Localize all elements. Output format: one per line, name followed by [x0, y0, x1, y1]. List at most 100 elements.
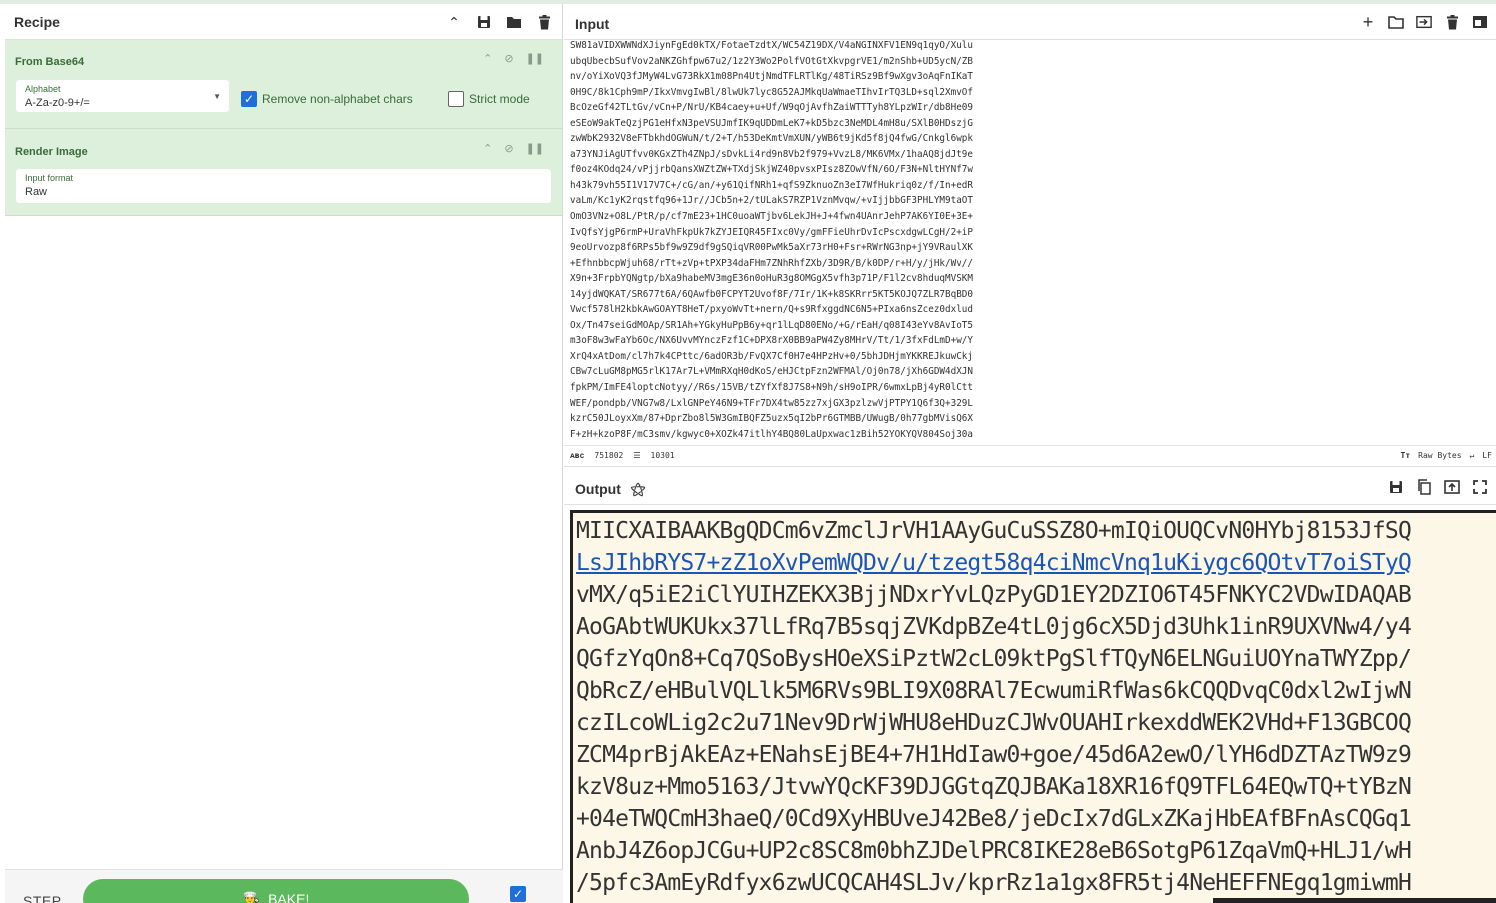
output-title: Output ⚝ [575, 481, 645, 498]
collapse-all-icon[interactable]: ⌃ [446, 14, 462, 30]
bake-button[interactable]: 👨‍🍳 BAKE! [83, 879, 469, 903]
input-line: kzrC50JLoyxXm/87+DprZbo8l5W3GmIBQFZ5uzx5… [570, 413, 973, 425]
text-encoding-icon[interactable]: Tт [1401, 451, 1411, 460]
magic-wand-icon[interactable]: ⚝ [631, 481, 646, 498]
recipe-header: Recipe ⌃ [5, 4, 562, 40]
input-line: vaLm/Kc1yK2rqstfq96+1Jr//JCb5n+2/tULakS7… [570, 195, 973, 207]
checkbox-unchecked-icon[interactable] [448, 91, 464, 107]
copy-output-icon[interactable] [1416, 479, 1432, 495]
input-line: CBw7cLuGM8pMG5rlK17Ar7L+VMmRXqH0dKoS/eHJ… [570, 366, 973, 378]
alphabet-label: Alphabet [25, 84, 61, 94]
chef-hat-icon: 👨‍🍳 [242, 891, 261, 903]
input-line-count: 10301 [650, 451, 675, 460]
input-panel: Input + SW81aVIDXWWNdXJiynFgEd0kTX/Fotae… [564, 4, 1496, 464]
output-text: MIICXAIBAAKBgQDCm6vZmclJrVH1AAyGuCuSSZ8O… [576, 515, 1412, 899]
input-line: BcOzeGf42TLtGv/vCn+P/NrU/KB4caey+u+Uf/W9… [570, 102, 973, 114]
eol-label[interactable]: LF [1482, 451, 1492, 460]
pause-breakpoint-icon[interactable]: ❚❚ [526, 142, 544, 155]
input-textarea[interactable]: SW81aVIDXWWNdXJiynFgEd0kTX/FotaeTzdtX/WC… [570, 38, 1490, 444]
input-status-bar: ᴀʙᴄ 751802 ☰ 10301 Tт Raw Bytes ↵ LF [564, 445, 1496, 465]
input-format-field[interactable]: Input format Raw [16, 169, 551, 203]
alphabet-value: A-Za-z0-9+/= [25, 97, 90, 109]
encoding-label[interactable]: Raw Bytes [1418, 451, 1461, 460]
disable-operation-icon[interactable]: ⊘ [504, 142, 513, 155]
input-line: SW81aVIDXWWNdXJiynFgEd0kTX/FotaeTzdtX/WC… [570, 40, 973, 51]
input-line: 9eoUrvozp8f6RPs5bf9w9Z9df9gSQiqVR00PwMk5… [570, 242, 973, 254]
checkbox-checked-icon[interactable]: ✓ [241, 91, 257, 107]
input-format-label: Input format [25, 173, 74, 183]
open-folder-icon[interactable] [1388, 14, 1404, 30]
input-line: zwWbK2932V8eFTbkhdOGWuN/t/2+T/h53DeKmtVm… [570, 133, 973, 145]
dropdown-caret-icon[interactable]: ▼ [213, 92, 221, 101]
save-output-icon[interactable] [1388, 479, 1404, 495]
input-line: eSEoW9akTeQzjPG1eHfxN3peVSUJmfIK9qUDDmLe… [570, 117, 973, 129]
input-line: WEF/pondpb/VNG7w8/LxlGNPeY46N9+TFr7DX4tw… [570, 397, 973, 409]
chevron-up-icon[interactable]: ⌃ [483, 142, 492, 155]
operation-controls: ⌃ ⊘ ❚❚ [483, 52, 544, 65]
output-line: +04eTWQCmH3haeQ/0Cd9XyHBUveJ42Be8/jeDcIx… [576, 806, 1412, 832]
alphabet-select[interactable]: Alphabet A-Za-z0-9+/= ▼ [16, 80, 229, 112]
output-line: AnbJ4Z6opJCGu+UP2c8SC8m0bhZJDelPRC8IKE28… [576, 838, 1412, 864]
output-line: /5pfc3AmEyRdfyx6zwUCQCAH4SLJv/kprRz1a1gx… [576, 870, 1412, 896]
operation-title: From Base64 [15, 56, 85, 68]
clear-input-trash-icon[interactable] [1444, 14, 1460, 30]
replace-input-with-output-icon[interactable] [1444, 479, 1460, 495]
lines-icon: ☰ [633, 451, 641, 460]
input-line: Ox/Tn47seiGdMOAp/SR1Ah+YGkyHuPpB6y+qr1lL… [570, 319, 973, 331]
input-toolbar: + [1360, 13, 1488, 31]
chevron-up-icon[interactable]: ⌃ [483, 52, 492, 65]
bake-label: BAKE! [268, 891, 310, 903]
remove-non-alphabet-checkbox[interactable]: ✓ Remove non-alphabet chars [241, 91, 413, 107]
input-line: XrQ4xAtDom/cl7h7k4CPttc/6adOR3b/FvQX7Cf0… [570, 350, 973, 362]
abc-icon: ᴀʙᴄ [570, 451, 585, 460]
operation-controls: ⌃ ⊘ ❚❚ [483, 142, 544, 155]
output-line: czILcoWLig2c2u71Nev9DrWjWHU8eHDuzCJWvOUA… [576, 710, 1412, 736]
load-recipe-folder-icon[interactable] [506, 14, 522, 30]
input-line: 0H9C/8k1Cph9mP/IkxVmvgIwBl/8lwUk7lyc8G52… [570, 86, 973, 98]
output-header: Output ⚝ [564, 467, 1496, 505]
auto-bake-checkbox[interactable]: ✓ [510, 886, 526, 902]
output-display[interactable]: MIICXAIBAAKBgQDCm6vZmclJrVH1AAyGuCuSSZ8O… [570, 510, 1496, 903]
add-tab-plus-icon[interactable]: + [1360, 13, 1376, 31]
output-panel: Output ⚝ MIICXAIBAAKBgQDCm6vZmclJrVH1AAy… [564, 466, 1496, 903]
input-line: h43k79vh55I1V17V7C+/cG/an/+y61QifNRh1+qf… [570, 179, 973, 191]
output-image-edge [1213, 898, 1496, 903]
input-title: Input [575, 16, 610, 32]
output-line: vMX/q5iE2iClYUIHZEKX3BjjNDxrYvLQzPyGD1EY… [576, 582, 1412, 608]
strict-mode-label: Strict mode [469, 92, 530, 106]
input-line: 14yjdWQKAT/SR677t6A/6QAwfb0FCPYT2Uvof8F/… [570, 288, 973, 300]
strict-mode-checkbox[interactable]: Strict mode [448, 91, 530, 107]
output-title-text: Output [575, 481, 621, 497]
clear-recipe-trash-icon[interactable] [536, 14, 552, 30]
output-line: kzV8uz+Mmo5163/JtvwYQcKF39DJGGtqZQJBAKa1… [576, 774, 1412, 800]
input-line: +EfhnbbcpWjuh68/rTt+zVp+tPXP34daFHm7ZNhR… [570, 257, 973, 269]
output-line: LsJIhbRYS7+zZ1oXvPemWQDv/u/tzegt58q4ciNm… [576, 550, 1412, 576]
output-line: ZCM4prBjAkEAz+ENahsEjBE4+7H1HdIaw0+goe/4… [576, 742, 1412, 768]
operation-from-base64[interactable]: From Base64 ⌃ ⊘ ❚❚ Alphabet A-Za-z0-9+/=… [5, 40, 562, 129]
input-line: m3oF8w3wFaYb6Oc/NX6UvvMYnczFzf1C+DPX8rX0… [570, 335, 973, 347]
pause-breakpoint-icon[interactable]: ❚❚ [526, 52, 544, 65]
remove-non-alphabet-label: Remove non-alphabet chars [262, 92, 413, 106]
recipe-title: Recipe [14, 13, 60, 30]
output-line: MIICXAIBAAKBgQDCm6vZmclJrVH1AAyGuCuSSZ8O… [576, 518, 1412, 544]
output-line: AoGAbtWUKUkx37lLfRq7B5sqjZVKdpBZe4tL0jg6… [576, 614, 1412, 640]
eol-icon[interactable]: ↵ [1470, 451, 1475, 460]
layout-panel-icon[interactable] [1472, 14, 1488, 30]
maximize-icon[interactable] [1472, 479, 1488, 495]
save-recipe-icon[interactable] [476, 14, 492, 30]
input-line: F+zH+kzoP8F/mC3smv/kgwyc0+XOZk47itlhY4BQ… [570, 428, 973, 440]
disable-operation-icon[interactable]: ⊘ [504, 52, 513, 65]
input-line: ubqUbecbSufVov2aNKZGhfpw67u2/1z2Y3Wo2Pol… [570, 55, 973, 67]
recipe-toolbar: ⌃ [446, 14, 552, 30]
output-line: QbRcZ/eHBulVQLlk5M6RVs9BLI9X08RAl7Ecwumi… [576, 678, 1412, 704]
input-length: 751802 [594, 451, 624, 460]
input-line: a73YNJiAgUTfvv0KGxZTh4ZNpJ/sDvkLi4rd9n8V… [570, 148, 973, 160]
input-line: nv/oYiXoVQ3fJMyW4LvG73RkX1m08Pn4UtjNmdTF… [570, 71, 973, 83]
input-line: Vwcf578lH2kbkAwGOAYT8HeT/pxyoWvTt+nern/Q… [570, 304, 973, 316]
recipe-panel: Recipe ⌃ From Base64 ⌃ ⊘ ❚❚ Alphabet A-Z… [5, 4, 563, 903]
operation-title: Render Image [15, 146, 88, 158]
input-line: X9n+3FrpbYQNgtp/bXa9habeMV3mgE36n0oHuR3g… [570, 273, 973, 285]
operation-render-image[interactable]: Render Image ⌃ ⊘ ❚❚ Input format Raw [5, 129, 562, 216]
step-button[interactable]: STEP [23, 893, 62, 903]
open-file-icon[interactable] [1416, 14, 1432, 30]
